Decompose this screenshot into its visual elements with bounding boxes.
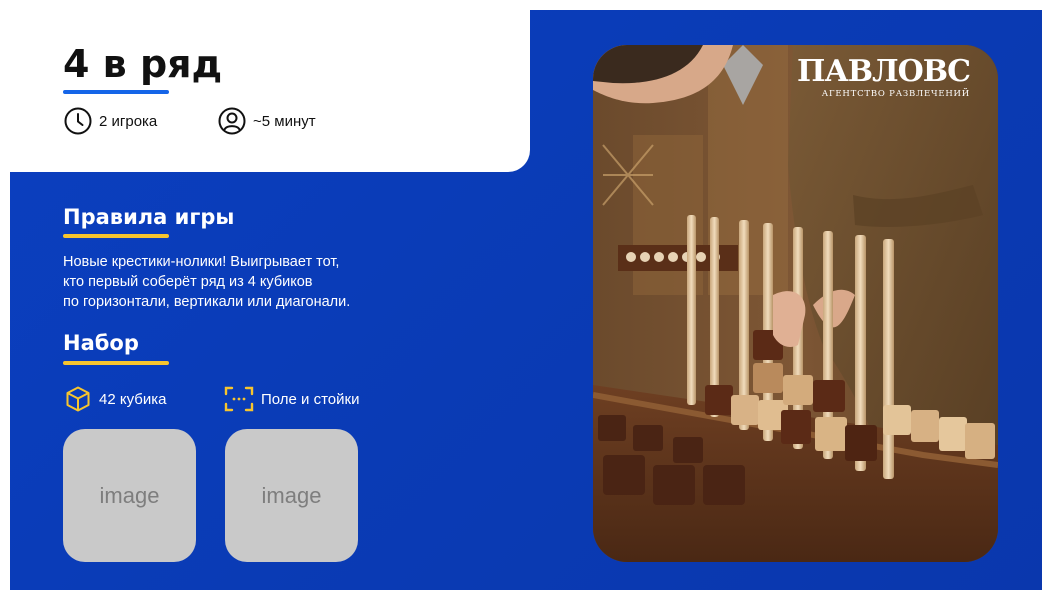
game-photo: ПАВЛОВС АГЕНТСТВО РАЗВЛЕЧЕНИЙ xyxy=(593,45,998,562)
image-placeholder: image xyxy=(225,429,358,562)
clock-icon xyxy=(63,106,93,136)
frame-icon xyxy=(223,384,255,414)
rules-underline xyxy=(63,234,169,238)
page-title: 4 в ряд xyxy=(63,42,223,86)
kit-underline xyxy=(63,361,169,365)
kit-item-text: 42 кубика xyxy=(99,390,167,408)
duration-info: ~5 минут xyxy=(217,106,316,136)
page: 4 в ряд 2 игрока ~5 минут Правила игры Н… xyxy=(0,0,1042,590)
brand-logo: ПАВЛОВС АГЕНТСТВО РАЗВЛЕЧЕНИЙ xyxy=(796,54,971,100)
title-underline xyxy=(63,90,169,94)
cube-icon xyxy=(63,384,93,414)
logo-sub-text: АГЕНТСТВО РАЗВЛЕЧЕНИЙ xyxy=(821,89,970,99)
rules-title: Правила игры xyxy=(63,205,235,229)
kit-item-cubes: 42 кубика xyxy=(63,384,166,414)
game-photo-illustration xyxy=(593,45,998,562)
rules-line: кто первый соберёт ряд из 4 кубиков xyxy=(63,274,313,290)
players-info: 2 игрока xyxy=(63,106,157,136)
kit-title: Набор xyxy=(63,331,139,355)
kit-item-text: Поле и стойки xyxy=(261,390,360,408)
kit-item-field: Поле и стойки xyxy=(223,384,359,414)
image-placeholder: image xyxy=(63,429,196,562)
game-card: 4 в ряд 2 игрока ~5 минут Правила игры Н… xyxy=(10,10,1042,590)
rules-text: Новые крестики-нолики! Выигрывает тот, к… xyxy=(63,252,463,312)
rules-line: Новые крестики-нолики! Выигрывает тот, xyxy=(63,254,340,270)
rules-line: по горизонтали, вертикали или диагонали. xyxy=(63,294,351,310)
players-text: 2 игрока xyxy=(99,112,158,130)
logo-main-text: ПАВЛОВС xyxy=(796,54,971,89)
title-card: 4 в ряд 2 игрока ~5 минут xyxy=(10,10,530,172)
person-icon xyxy=(217,106,247,136)
duration-text: ~5 минут xyxy=(253,112,316,130)
